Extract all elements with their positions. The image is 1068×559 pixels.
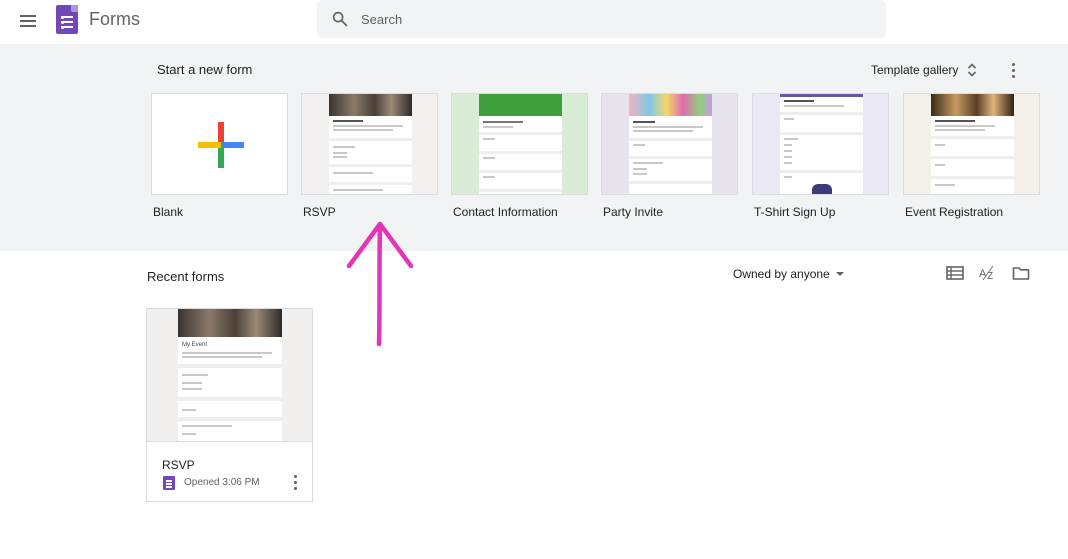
forms-file-icon xyxy=(163,476,175,490)
template-preview xyxy=(479,94,562,194)
template-gallery-label: Template gallery xyxy=(871,63,959,77)
start-new-form-heading: Start a new form xyxy=(157,62,253,77)
template-preview xyxy=(931,94,1014,194)
template-thumbnail[interactable] xyxy=(903,93,1040,195)
template-tshirt-sign-up[interactable]: T-Shirt Sign Up xyxy=(752,93,889,219)
search-icon[interactable] xyxy=(331,10,349,28)
template-rsvp[interactable]: RSVP xyxy=(301,93,438,219)
svg-text:A: A xyxy=(979,268,987,280)
forms-logo-icon[interactable] xyxy=(56,5,78,34)
template-preview xyxy=(329,94,412,194)
template-blank[interactable]: Blank xyxy=(151,93,288,219)
hamburger-menu-icon[interactable] xyxy=(18,10,40,32)
owner-filter-dropdown[interactable]: Owned by anyone xyxy=(733,267,844,281)
more-options-icon[interactable] xyxy=(286,472,306,492)
sort-az-icon[interactable]: A Z xyxy=(979,264,997,282)
search-input[interactable] xyxy=(361,9,861,29)
recent-form-card[interactable]: My Event RSVP Opened 3:06 PM xyxy=(146,308,313,502)
app-title[interactable]: Forms xyxy=(89,9,140,30)
template-thumbnail[interactable] xyxy=(301,93,438,195)
template-thumbnail[interactable] xyxy=(151,93,288,195)
list-view-icon[interactable] xyxy=(946,265,964,281)
template-preview xyxy=(780,94,863,194)
owner-filter-label: Owned by anyone xyxy=(733,267,830,281)
template-label: Blank xyxy=(153,205,184,219)
annotation-arrow-icon xyxy=(346,221,414,347)
recent-form-thumbnail[interactable]: My Event xyxy=(147,309,312,442)
app-header: Forms xyxy=(0,0,1068,44)
template-section: Start a new form Template gallery Blank xyxy=(0,44,1068,251)
more-options-icon[interactable] xyxy=(1004,60,1024,80)
folder-icon[interactable] xyxy=(1012,265,1030,281)
template-label: Event Registration xyxy=(905,205,1004,219)
template-label: Party Invite xyxy=(603,205,664,219)
template-label: RSVP xyxy=(303,205,336,219)
template-thumbnail[interactable] xyxy=(451,93,588,195)
template-thumbnail[interactable] xyxy=(752,93,889,195)
search-bar[interactable] xyxy=(317,0,886,38)
template-preview xyxy=(629,94,712,194)
plus-icon xyxy=(198,122,244,168)
template-party-invite[interactable]: Party Invite xyxy=(601,93,738,219)
template-contact-information[interactable]: Contact Information xyxy=(451,93,588,219)
template-label: Contact Information xyxy=(453,205,558,219)
recent-forms-heading: Recent forms xyxy=(147,269,225,284)
caret-down-icon xyxy=(835,272,844,276)
template-gallery-button[interactable]: Template gallery xyxy=(871,60,977,80)
recent-form-name[interactable]: RSVP xyxy=(162,458,195,472)
template-label: T-Shirt Sign Up xyxy=(754,205,836,219)
thumb-form-title: My Event xyxy=(182,342,208,348)
template-event-registration[interactable]: Event Registration xyxy=(903,93,1040,219)
unfold-icon xyxy=(968,63,977,77)
recent-form-opened-time: Opened 3:06 PM xyxy=(184,477,260,488)
template-thumbnail[interactable] xyxy=(601,93,738,195)
